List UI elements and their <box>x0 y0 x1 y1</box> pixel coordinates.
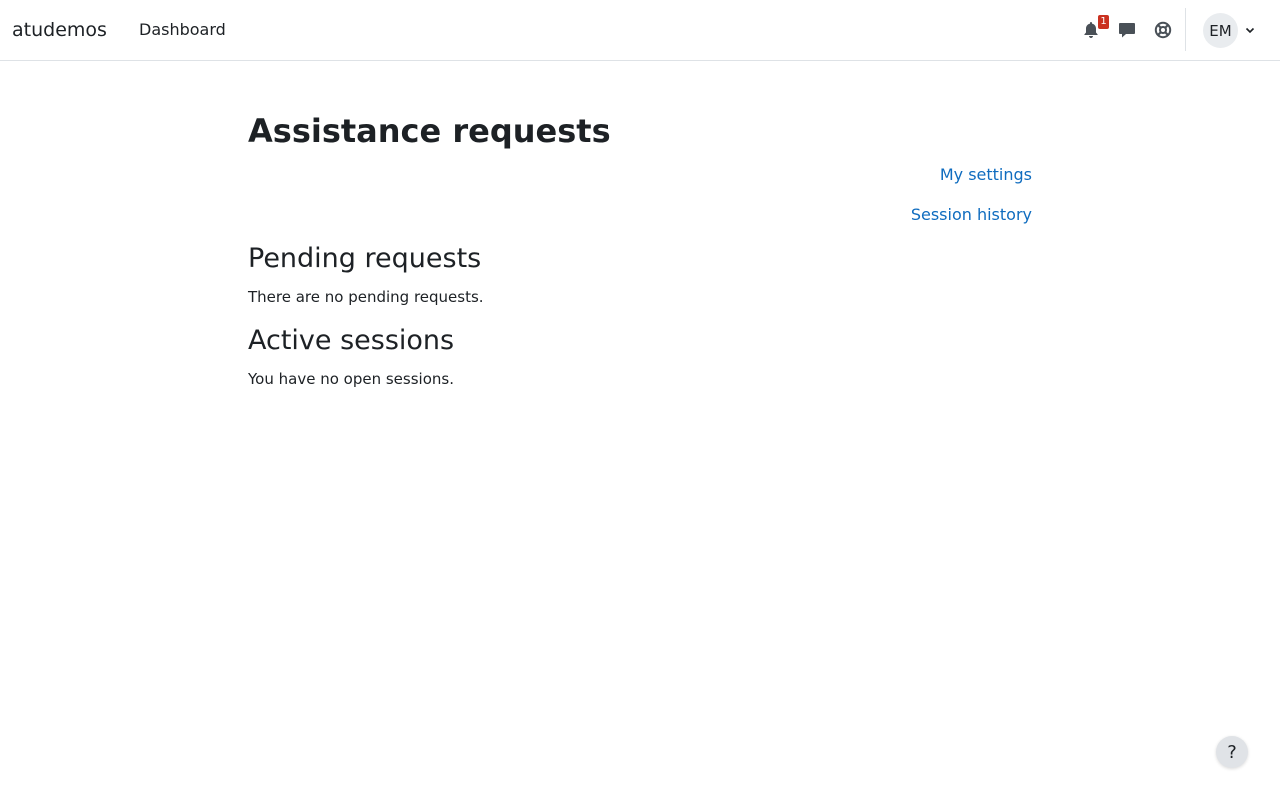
navbar-divider <box>1185 8 1186 51</box>
user-menu-toggle[interactable] <box>1244 24 1256 36</box>
notification-count-badge: 1 <box>1098 15 1109 29</box>
chevron-down-icon <box>1245 27 1255 33</box>
active-sessions-heading: Active sessions <box>248 325 455 356</box>
help-button[interactable]: ? <box>1216 736 1248 768</box>
my-settings-link[interactable]: My settings <box>911 164 1032 186</box>
bell-icon <box>1084 22 1098 38</box>
user-avatar[interactable]: EM <box>1203 13 1238 48</box>
messages-button[interactable] <box>1117 19 1137 41</box>
chat-icon <box>1119 23 1135 38</box>
lifebuoy-icon <box>1154 21 1172 39</box>
assistance-button[interactable] <box>1153 19 1173 41</box>
session-history-link[interactable]: Session history <box>911 204 1032 226</box>
nav-link-dashboard[interactable]: Dashboard <box>139 19 226 41</box>
site-brand-link[interactable]: atudemos <box>12 17 107 43</box>
pending-requests-empty-text: There are no pending requests. <box>248 288 484 306</box>
page-title: Assistance requests <box>248 112 611 150</box>
page-actions: My settings Session history <box>911 164 1032 244</box>
pending-requests-heading: Pending requests <box>248 243 482 274</box>
top-navbar: atudemos Dashboard 1 EM <box>0 0 1280 61</box>
active-sessions-empty-text: You have no open sessions. <box>248 370 454 388</box>
